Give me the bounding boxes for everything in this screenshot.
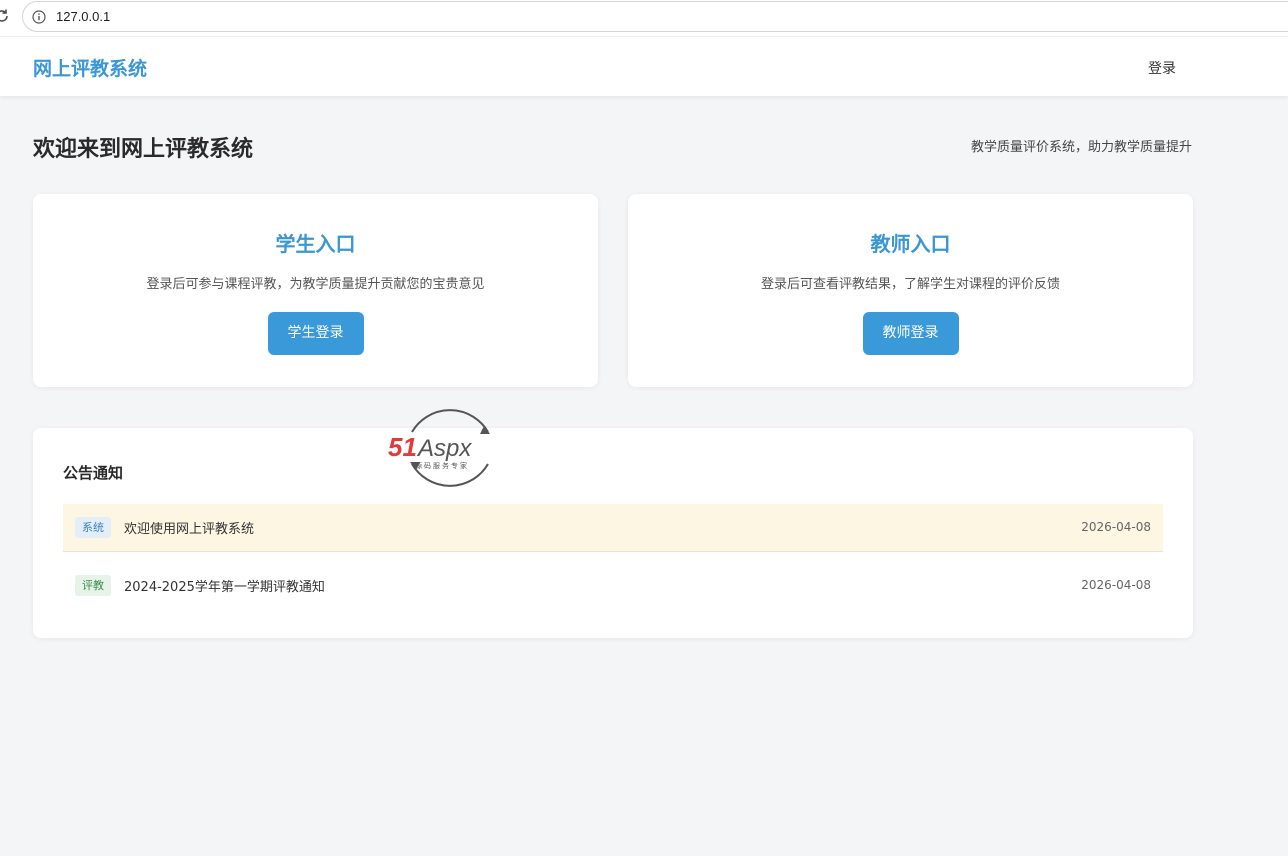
notice-panel-title: 公告通知 bbox=[63, 464, 124, 482]
info-icon[interactable] bbox=[32, 10, 46, 24]
teacher-entry-card: 教师入口 登录后可查看评教结果，了解学生对课程的评价反馈 教师登录 bbox=[628, 194, 1193, 387]
notice-date: 2026-04-08 bbox=[1081, 520, 1151, 534]
url-text[interactable]: 127.0.0.1 bbox=[56, 9, 110, 24]
reload-icon[interactable] bbox=[0, 8, 10, 24]
browser-toolbar: 127.0.0.1 bbox=[0, 0, 1288, 36]
page-tagline: 教学质量评价系统，助力教学质量提升 bbox=[970, 140, 1192, 155]
svg-text:51: 51 bbox=[388, 432, 417, 462]
notice-tag: 评教 bbox=[75, 575, 111, 596]
brand-logo[interactable]: 网上评教系统 bbox=[33, 54, 147, 81]
notice-text[interactable]: 欢迎使用网上评教系统 bbox=[124, 518, 254, 537]
svg-text:源码服务专家: 源码服务专家 bbox=[415, 461, 469, 470]
notice-tag: 系统 bbox=[75, 517, 111, 538]
address-bar[interactable]: 127.0.0.1 bbox=[22, 1, 1288, 32]
login-link[interactable]: 登录 bbox=[1148, 58, 1176, 78]
student-card-description: 登录后可参与课程评教，为教学质量提升贡献您的宝贵意见 bbox=[146, 277, 485, 292]
teacher-card-title: 教师入口 bbox=[870, 232, 951, 256]
notice-item[interactable]: 评教 2024-2025学年第一学期评教通知 2026-04-08 bbox=[63, 562, 1163, 610]
notice-text[interactable]: 2024-2025学年第一学期评教通知 bbox=[124, 576, 325, 595]
teacher-card-description: 登录后可查看评教结果，了解学生对课程的评价反馈 bbox=[760, 277, 1060, 292]
svg-text:Aspx: Aspx bbox=[416, 435, 472, 462]
student-card-title: 学生入口 bbox=[275, 232, 356, 256]
student-entry-card: 学生入口 登录后可参与课程评教，为教学质量提升贡献您的宝贵意见 学生登录 bbox=[33, 194, 598, 387]
notice-date: 2026-04-08 bbox=[1081, 578, 1151, 592]
notice-item[interactable]: 系统 欢迎使用网上评教系统 2026-04-08 bbox=[63, 504, 1163, 552]
page-title: 欢迎来到网上评教系统 bbox=[33, 137, 254, 162]
watermark-logo: 51 Aspx 源码服务专家 bbox=[388, 409, 490, 487]
site-header: 网上评教系统 登录 bbox=[0, 36, 1288, 96]
notice-panel: 公告通知 系统 欢迎使用网上评教系统 2026-04-08 评教 2024-20… bbox=[33, 428, 1193, 638]
student-login-button[interactable]: 学生登录 bbox=[267, 312, 364, 355]
teacher-login-button[interactable]: 教师登录 bbox=[862, 312, 959, 355]
